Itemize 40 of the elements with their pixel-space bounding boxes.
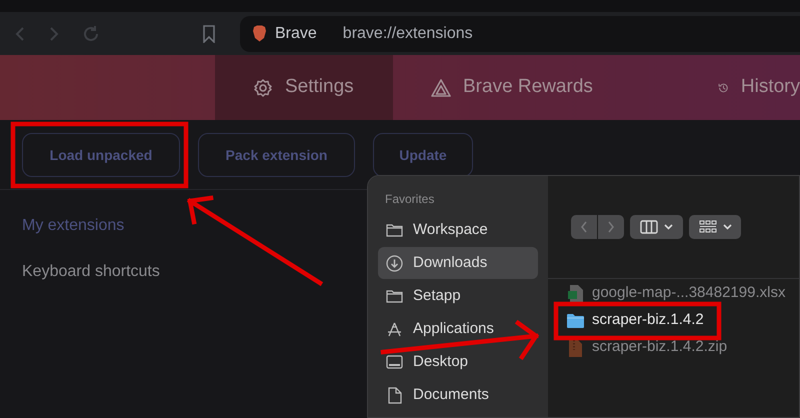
address-bar[interactable]: Brave brave://extensions bbox=[240, 16, 800, 52]
folder-icon bbox=[566, 312, 585, 328]
group-view-button[interactable] bbox=[689, 215, 741, 239]
download-icon bbox=[386, 254, 403, 272]
sidebar-item[interactable]: Desktop bbox=[378, 346, 538, 378]
header-tab[interactable]: Brave Rewards bbox=[393, 55, 680, 120]
forward-icon[interactable] bbox=[48, 26, 60, 42]
chevron-down-icon bbox=[722, 224, 732, 230]
sidebar-item[interactable]: Downloads bbox=[378, 247, 538, 279]
site-label: Brave bbox=[275, 24, 317, 44]
lion-logo-icon bbox=[252, 25, 267, 42]
back-icon[interactable] bbox=[14, 26, 26, 42]
grid-icon bbox=[698, 220, 716, 234]
chevron-down-icon bbox=[664, 224, 673, 230]
section-heading: Favorites bbox=[384, 191, 436, 208]
sidebar-item[interactable]: Documents bbox=[378, 379, 538, 411]
column-view-button[interactable] bbox=[630, 215, 683, 239]
folder-icon bbox=[386, 289, 403, 303]
file-row[interactable]: scraper-biz.1.4.2 bbox=[566, 309, 799, 332]
gear-icon bbox=[253, 78, 273, 98]
document-icon bbox=[388, 386, 402, 404]
chevron-right-icon bbox=[607, 221, 615, 233]
chevron-left-icon bbox=[580, 221, 588, 233]
url-text: brave://extensions bbox=[342, 24, 473, 44]
sidebar-item[interactable]: Setapp bbox=[378, 280, 538, 312]
triangle-icon bbox=[431, 78, 451, 96]
columns-icon bbox=[640, 220, 658, 234]
folder-icon bbox=[386, 223, 403, 237]
header-tab[interactable]: Settings bbox=[215, 55, 393, 120]
back-button[interactable] bbox=[571, 215, 597, 239]
sidebar-item[interactable]: Applications bbox=[378, 313, 538, 345]
spreadsheet-file-icon bbox=[568, 284, 584, 304]
compass-icon bbox=[386, 320, 403, 338]
sidebar-item[interactable]: Workspace bbox=[378, 214, 538, 246]
forward-button[interactable] bbox=[598, 215, 624, 239]
reload-icon[interactable] bbox=[82, 24, 100, 42]
header-tab[interactable]: History bbox=[680, 55, 800, 120]
display-icon bbox=[386, 355, 403, 369]
nav-link[interactable]: Keyboard shortcuts bbox=[22, 260, 160, 284]
bookmark-icon[interactable] bbox=[202, 24, 216, 42]
